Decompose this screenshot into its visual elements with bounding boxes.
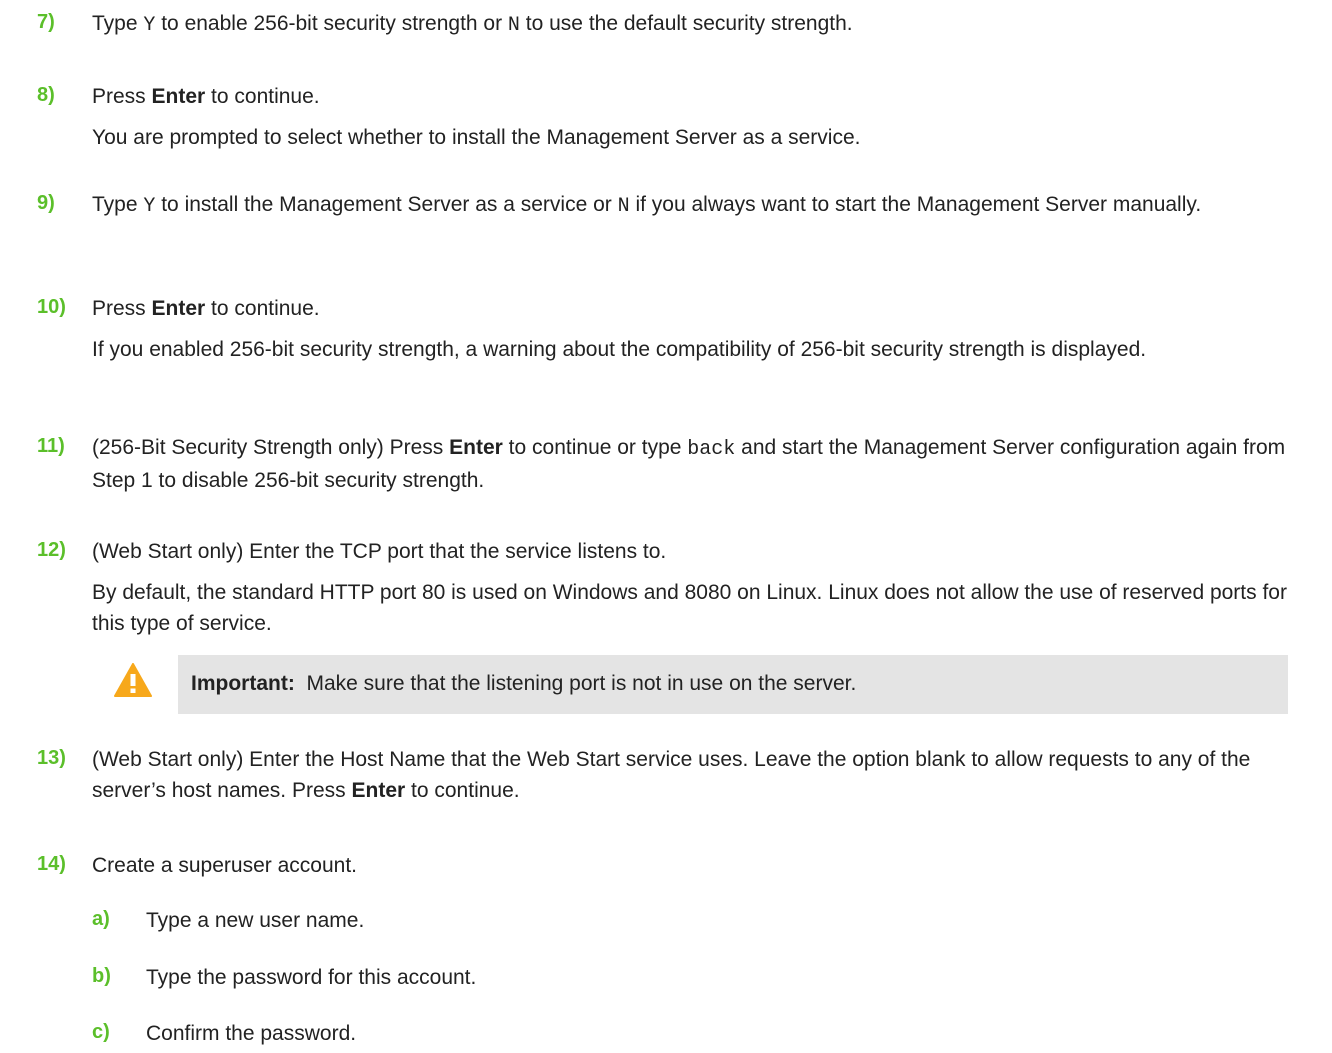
step-detail: You are prompted to select whether to in… [92, 126, 861, 149]
step-number: 13) [37, 747, 66, 769]
step-number: 12) [37, 539, 66, 561]
warning-icon [114, 663, 152, 697]
step-text: (256-Bit Security Strength only) Press E… [92, 436, 1286, 492]
substep-text: Type a new user name. [146, 909, 365, 932]
step-text: Type Y to install the Management Server … [92, 193, 1202, 218]
step-text: Type Y to enable 256-bit security streng… [92, 12, 853, 37]
substep-text: Type the password for this account. [146, 966, 477, 989]
step-text: Press Enter to continue. You are prompte… [92, 81, 1314, 153]
code-y: Y [143, 195, 156, 218]
substep-letter: b) [92, 965, 111, 987]
step-text: (Web Start only) Enter the Host Name tha… [92, 748, 1251, 802]
substep-text: Confirm the password. [146, 1022, 357, 1045]
step-number: 11) [37, 435, 65, 457]
substep-letter: c) [92, 1021, 110, 1043]
step-text: Press Enter to continue. If you enabled … [92, 293, 1314, 365]
key-enter: Enter [151, 297, 206, 320]
code-n: N [507, 14, 520, 37]
key-enter: Enter [449, 436, 503, 459]
key-enter: Enter [351, 779, 406, 802]
step-text: Create a superuser account. [92, 854, 357, 877]
code-y: Y [143, 14, 156, 37]
step-number: 9) [37, 192, 55, 214]
key-enter: Enter [151, 85, 206, 108]
important-note: Important: Make sure that the listening … [178, 655, 1288, 714]
step-number: 10) [37, 296, 66, 318]
step-detail: By default, the standard HTTP port 80 is… [92, 581, 1287, 635]
step-number: 14) [37, 853, 66, 875]
substep-letter: a) [92, 908, 110, 930]
step-number: 7) [37, 11, 55, 33]
code-n: N [617, 195, 630, 218]
note-label: Important: [191, 672, 295, 695]
step-number: 8) [37, 84, 55, 106]
note-text: Make sure that the listening port is not… [306, 672, 857, 695]
step-text: (Web Start only) Enter the TCP port that… [92, 536, 1314, 639]
document-page: 7) Type Y to enable 256-bit security str… [0, 0, 1332, 1053]
code-back: back [687, 438, 736, 461]
step-detail: If you enabled 256-bit security strength… [92, 338, 1147, 361]
